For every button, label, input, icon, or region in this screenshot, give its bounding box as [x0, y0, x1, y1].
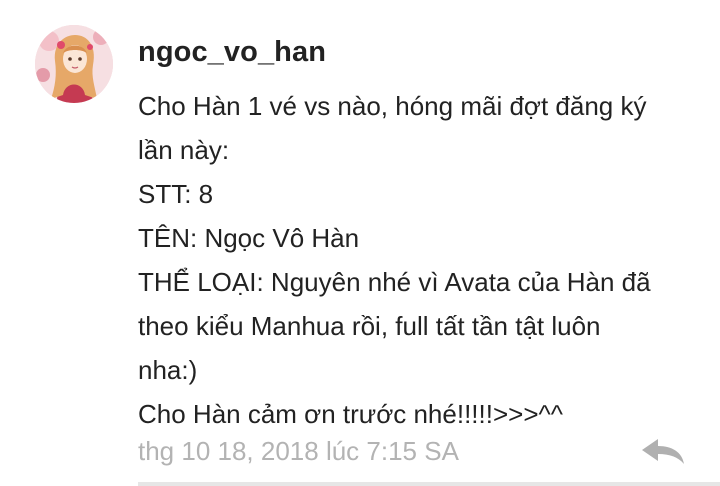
comment-line: Cho Hàn 1 vé vs nào, hóng mãi đợt đăng k… [138, 91, 647, 121]
anime-girl-avatar-icon [35, 25, 113, 103]
comment-line: nha:) [138, 355, 198, 385]
comment-line: THỂ LOẠI: Nguyên nhé vì Avata của Hàn đã [138, 267, 651, 297]
comment-line: theo kiểu Manhua rồi, full tất tần tật l… [138, 311, 601, 341]
divider [138, 482, 720, 486]
comment-line: Cho Hàn cảm ơn trước nhé!!!!!>>>^^ [138, 399, 563, 429]
comment-line: TÊN: Ngọc Vô Hàn [138, 223, 360, 253]
avatar[interactable] [35, 25, 113, 103]
comment-timestamp: thg 10 18, 2018 lúc 7:15 SA [138, 436, 459, 466]
comment-line: lần này: [138, 135, 230, 165]
username[interactable]: ngoc_vo_han [138, 36, 326, 69]
comment-item: ngoc_vo_han Cho Hàn 1 vé vs nào, hóng mã… [0, 0, 720, 486]
comment-body: Cho Hàn 1 vé vs nào, hóng mãi đợt đăng k… [138, 84, 708, 436]
reply-arrow-icon[interactable] [638, 436, 688, 470]
comment-line: STT: 8 [138, 179, 214, 209]
